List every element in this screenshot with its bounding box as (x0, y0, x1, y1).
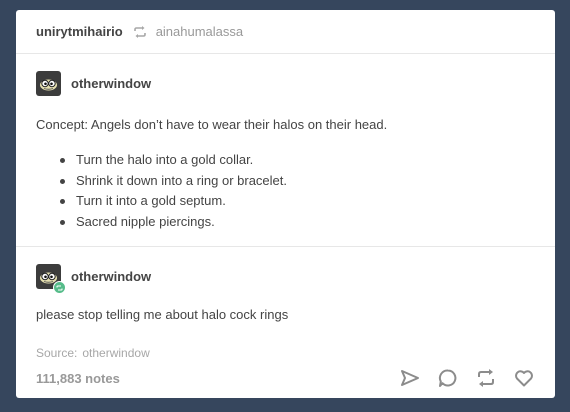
list-item: Shrink it down into a ring or bracelet. (58, 171, 535, 192)
reblog-entry-original: otherwindow Concept: Angels don’t have t… (16, 54, 555, 247)
post-header: unirytmihairio ainahumalassa (16, 10, 555, 54)
reblog-entry-reply: otherwindow please stop telling me about… (16, 247, 555, 360)
share-icon[interactable] (399, 367, 421, 389)
reblog-icon[interactable] (475, 367, 497, 389)
bullet-list: Turn the halo into a gold collar. Shrink… (36, 150, 535, 232)
reblog-icon (133, 25, 147, 38)
goggle-eyed-avatar-icon[interactable] (36, 71, 61, 96)
post-footer: 111,883 notes (36, 367, 535, 389)
post-author-link[interactable]: unirytmihairio (36, 24, 123, 39)
post-source: Source: otherwindow (36, 346, 535, 360)
source-label: Source: (36, 346, 78, 360)
reply-icon[interactable] (437, 367, 459, 389)
like-icon[interactable] (513, 367, 535, 389)
list-item: Turn it into a gold septum. (58, 191, 535, 212)
list-item: Sacred nipple piercings. (58, 212, 535, 233)
list-item: Turn the halo into a gold collar. (58, 150, 535, 171)
post-card: unirytmihairio ainahumalassa otherwindow… (16, 10, 555, 398)
entry-text: Concept: Angels don’t have to wear their… (36, 117, 388, 132)
post-actions (399, 367, 535, 389)
source-link[interactable]: otherwindow (82, 346, 149, 360)
entry-username[interactable]: otherwindow (71, 76, 151, 91)
entry-user-row: otherwindow (36, 71, 535, 96)
entry-username[interactable]: otherwindow (71, 269, 151, 284)
reblog-badge-icon (53, 281, 66, 294)
entry-text: please stop telling me about halo cock r… (36, 307, 289, 322)
reblogged-from-link[interactable]: ainahumalassa (156, 24, 243, 39)
notes-count[interactable]: 111,883 notes (36, 371, 120, 386)
goggle-eyed-avatar-icon[interactable] (36, 264, 66, 294)
entry-user-row: otherwindow (36, 264, 535, 294)
